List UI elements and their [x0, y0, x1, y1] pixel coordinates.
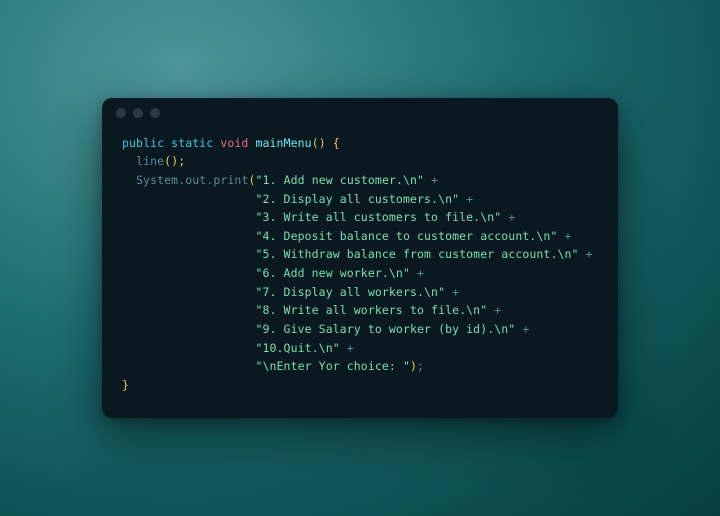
- call-line: line: [136, 154, 164, 168]
- plus-op: +: [417, 266, 424, 280]
- plus-op: +: [522, 322, 529, 336]
- string-literal: "4. Deposit balance to customer account.…: [255, 229, 557, 243]
- plus-op: +: [431, 173, 438, 187]
- string-literal: "6. Add new worker.\n": [255, 266, 410, 280]
- plus-op: +: [494, 303, 501, 317]
- plus-op: +: [466, 192, 473, 206]
- string-literal: "2. Display all customers.\n": [255, 192, 459, 206]
- code-block: public static void mainMenu() { line(); …: [102, 128, 618, 419]
- call-line-rest: ();: [164, 154, 185, 168]
- ident-out: out: [185, 173, 206, 187]
- titlebar: [102, 98, 618, 128]
- string-literal: "7. Display all workers.\n": [255, 285, 445, 299]
- plus-op: +: [565, 229, 572, 243]
- string-literal: "5. Withdraw balance from customer accou…: [255, 247, 578, 261]
- code-window: public static void mainMenu() { line(); …: [102, 98, 618, 419]
- brace-close: }: [122, 378, 129, 392]
- keyword-void: void: [220, 136, 248, 150]
- close-icon[interactable]: [116, 108, 126, 118]
- keyword-modifier: public static: [122, 136, 213, 150]
- zoom-icon[interactable]: [150, 108, 160, 118]
- ident-print: print: [213, 173, 248, 187]
- plus-op: +: [347, 341, 354, 355]
- string-literal: "9. Give Salary to worker (by id).\n": [255, 322, 515, 336]
- plus-op: +: [508, 210, 515, 224]
- string-literal: "\nEnter Yor choice: ": [255, 359, 410, 373]
- function-name: mainMenu: [255, 136, 311, 150]
- string-literal: "3. Write all customers to file.\n": [255, 210, 501, 224]
- paren-open: (: [248, 173, 255, 187]
- minimize-icon[interactable]: [133, 108, 143, 118]
- plus-op: +: [586, 247, 593, 261]
- string-literal: "10.Quit.\n": [255, 341, 339, 355]
- semicolon: ;: [417, 359, 424, 373]
- brace-open: {: [333, 136, 340, 150]
- ident-system: System: [136, 173, 178, 187]
- plus-op: +: [452, 285, 459, 299]
- string-literal: "1. Add new customer.\n": [256, 173, 425, 187]
- paren-group: (): [312, 136, 326, 150]
- string-literal: "8. Write all workers to file.\n": [255, 303, 487, 317]
- paren-close: ): [410, 359, 417, 373]
